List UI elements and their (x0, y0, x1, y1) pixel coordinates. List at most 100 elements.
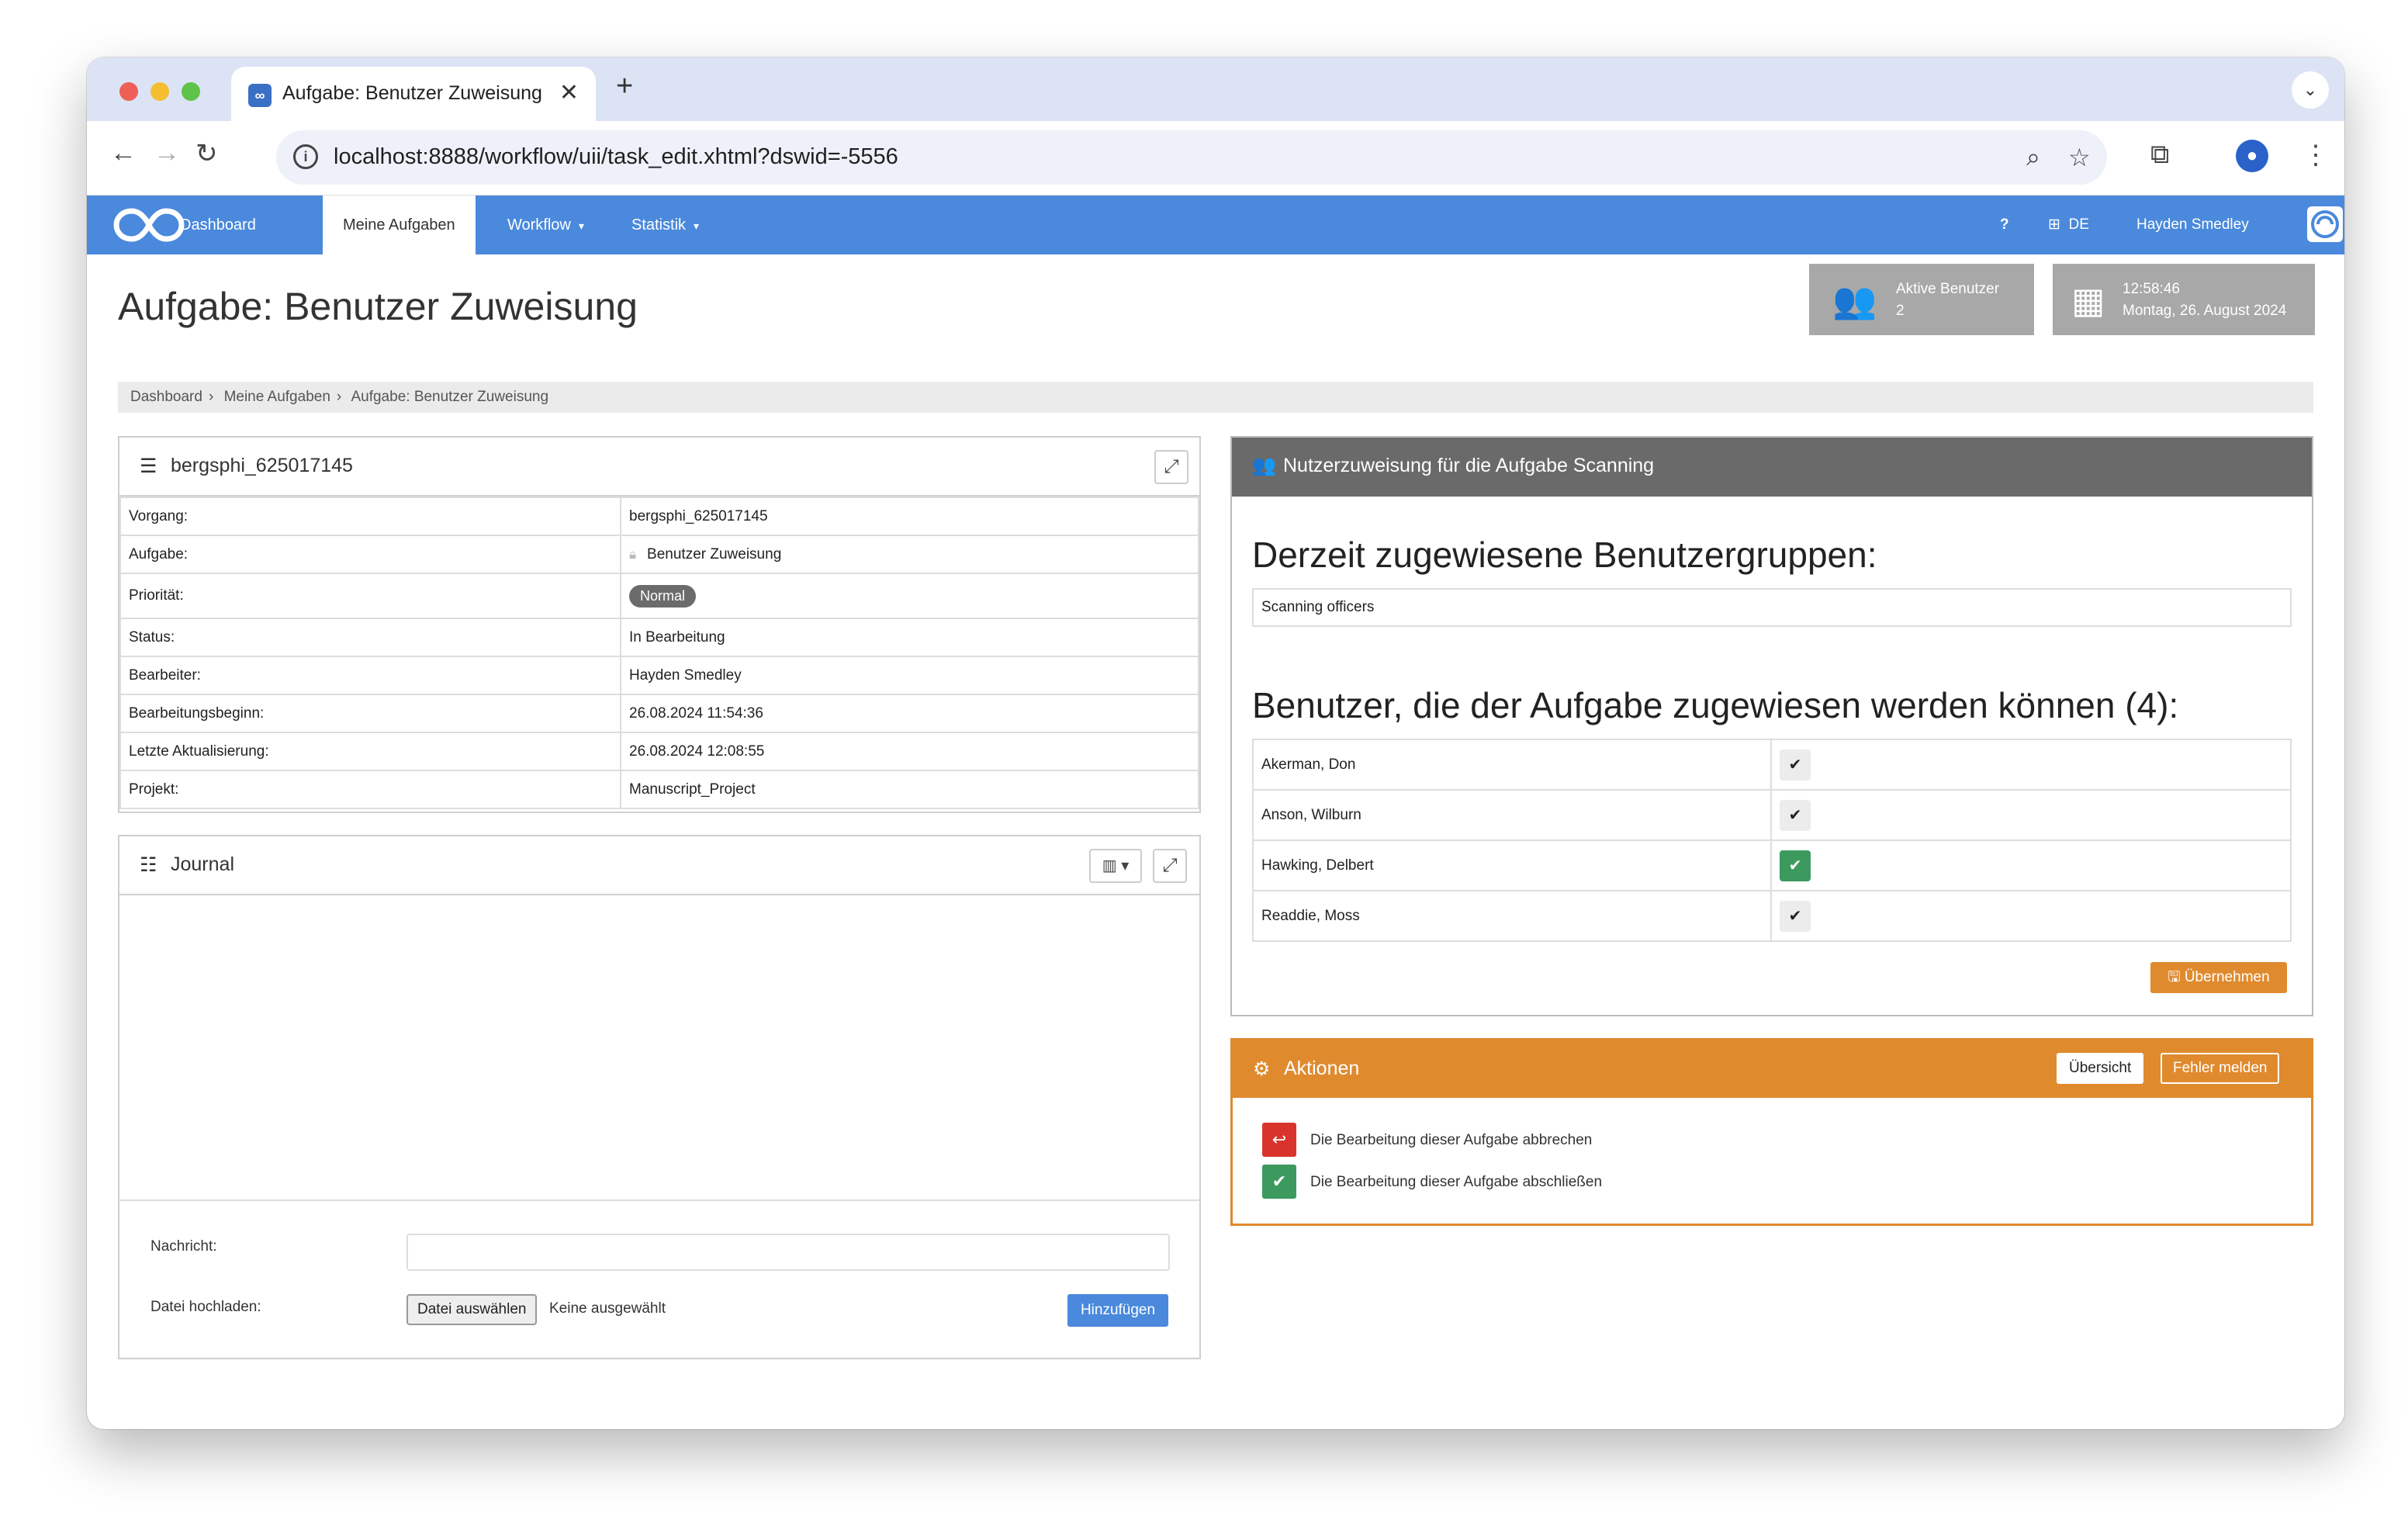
extensions-puzzle-icon[interactable]: ⧉ (2150, 140, 2169, 170)
nav-workflow[interactable]: Workflow ▾ (496, 196, 595, 254)
expand-icon[interactable]: ⤢ (1154, 450, 1188, 484)
active-users-tile[interactable]: 👥 Aktive Benutzer 2 (1809, 264, 2034, 335)
list-icon: ☰ (140, 455, 157, 477)
detail-value: bergsphi_625017145 (620, 497, 1199, 536)
user-checkbox-cell: ✔ (1770, 739, 2292, 791)
detail-value: In Bearbeitung (620, 618, 1199, 657)
process-details-table: Vorgang: bergsphi_625017145 Aufgabe: 🔒︎ B… (119, 497, 1199, 809)
clock-date: Montag, 26. August 2024 (2123, 303, 2287, 319)
user-menu[interactable]: Hayden Smedley (2136, 196, 2249, 254)
expand-icon[interactable]: ⤢ (1153, 849, 1187, 883)
reload-icon[interactable]: ↻ (195, 138, 218, 169)
active-users-label: Aktive Benutzer (1896, 281, 2000, 297)
avatar-swirl-icon (2311, 210, 2339, 238)
forward-arrow-icon[interactable]: → (154, 138, 180, 168)
active-users-count: 2 (1896, 303, 1905, 319)
breadcrumb-meine-aufgaben[interactable]: Meine Aufgaben (224, 389, 330, 405)
table-row: Aufgabe: 🔒︎ Benutzer Zuweisung (119, 535, 1199, 574)
detail-label: Status: (119, 618, 621, 657)
process-panel-title: bergsphi_625017145 (171, 455, 353, 476)
table-row: Readdie, Moss ✔ (1252, 890, 2292, 942)
bookmark-star-icon[interactable]: ☆ (2068, 143, 2091, 172)
user-name: Readdie, Moss (1252, 890, 1772, 942)
report-error-button[interactable]: Fehler melden (2161, 1053, 2280, 1084)
detail-value: Hayden Smedley (620, 656, 1199, 695)
groups-heading: Derzeit zugewiesene Benutzergruppen: (1252, 535, 1877, 575)
caret-down-icon: ▾ (694, 220, 700, 232)
message-label: Nachricht: (150, 1238, 217, 1255)
assignment-panel-title: Nutzerzuweisung für die Aufgabe Scanning (1283, 455, 1655, 476)
no-file-selected-text: Keine ausgewählt (549, 1300, 666, 1317)
kitodo-favicon-icon: ∞ (248, 84, 272, 107)
zoom-magnifier-icon[interactable]: ⌕ (2026, 143, 2040, 172)
back-arrow-icon[interactable]: ← (110, 138, 137, 168)
user-name: Hawking, Delbert (1252, 839, 1772, 891)
breadcrumb-dashboard[interactable]: Dashboard (130, 389, 202, 405)
close-window-button[interactable] (119, 82, 138, 101)
nav-statistik-label: Statistik (631, 216, 687, 234)
app-navbar: Dashboard Meine Aufgaben Workflow ▾ Stati… (87, 196, 2344, 254)
profile-avatar-icon[interactable]: ● (2236, 140, 2268, 172)
tab-search-chevron-icon[interactable]: ⌄ (2292, 71, 2329, 109)
minimize-window-button[interactable] (150, 82, 169, 101)
nav-dashboard[interactable]: Dashboard (157, 196, 279, 254)
breadcrumb-separator: › (208, 389, 214, 405)
actions-panel-header: ⚙ Aktionen Übersicht Fehler melden (1233, 1040, 2311, 1098)
help-button[interactable]: ? (2000, 196, 2009, 254)
detail-value: 26.08.2024 11:54:36 (620, 694, 1199, 733)
translate-icon: ⊞ (2048, 216, 2060, 233)
checkbox-checked-icon[interactable]: ✔ (1780, 850, 1811, 881)
users-group-icon: 👥 (1832, 280, 1877, 320)
assigned-group: Scanning officers (1252, 588, 2292, 627)
calendar-icon: ▦ (2071, 280, 2105, 320)
actions-title: Aktionen (1284, 1058, 1360, 1079)
user-name: Anson, Wilburn (1252, 789, 1772, 841)
breadcrumb-separator: › (336, 389, 342, 405)
lock-icon: 🔒︎ (629, 546, 637, 562)
new-tab-icon[interactable]: + (616, 70, 633, 103)
url-text: localhost:8888/workflow/uii/task_edit.xh… (334, 144, 898, 169)
detail-label: Bearbeiter: (119, 656, 621, 695)
overview-button[interactable]: Übersicht (2057, 1053, 2144, 1084)
zoom-window-button[interactable] (182, 82, 200, 101)
address-bar[interactable]: i localhost:8888/workflow/uii/task_edit.… (276, 130, 2107, 185)
table-row: Akerman, Don ✔ (1252, 739, 2292, 791)
table-row: Projekt: Manuscript_Project (119, 770, 1199, 809)
detail-label: Bearbeitungsbeginn: (119, 694, 621, 733)
checkbox-check-icon[interactable]: ✔ (1780, 799, 1811, 831)
actions-panel: ⚙ Aktionen Übersicht Fehler melden ↩ Die… (1230, 1038, 2313, 1226)
nav-workflow-label: Workflow (507, 216, 571, 234)
checkbox-check-icon[interactable]: ✔ (1780, 900, 1811, 932)
process-panel-header: ☰ bergsphi_625017145 ⤢ (119, 438, 1199, 497)
site-info-icon[interactable]: i (293, 144, 318, 169)
browser-menu-icon[interactable]: ⋮ (2302, 140, 2329, 171)
user-assignment-panel: 👥 Nutzerzuweisung für die Aufgabe Scanni… (1230, 436, 2313, 1016)
user-avatar[interactable] (2307, 206, 2343, 242)
user-name: Akerman, Don (1252, 739, 1772, 791)
nav-statistik[interactable]: Statistik ▾ (619, 196, 711, 254)
clock-time: 12:58:46 (2123, 281, 2180, 297)
browser-tab[interactable]: ∞ Aufgabe: Benutzer Zuweisung ✕ (231, 67, 596, 121)
assignable-users-table: Akerman, Don ✔ Anson, Wilburn ✔ Hawking,… (1252, 739, 2292, 942)
nav-meine-aufgaben[interactable]: Meine Aufgaben (323, 196, 476, 254)
user-checkbox-cell: ✔ (1770, 789, 2292, 841)
journal-panel-header: ☷ Journal ▥ ▾ ⤢ (119, 836, 1199, 895)
language-switch[interactable]: ⊞ DE (2048, 196, 2089, 254)
tab-title: Aufgabe: Benutzer Zuweisung (282, 82, 542, 104)
message-input[interactable] (407, 1234, 1170, 1271)
users-icon: 👥 (1252, 455, 1277, 476)
checkbox-check-icon[interactable]: ✔ (1780, 749, 1811, 781)
breadcrumb: Dashboard › Meine Aufgaben › Aufgabe: Benu… (118, 382, 2313, 413)
add-button[interactable]: Hinzufügen (1067, 1294, 1168, 1327)
apply-button[interactable]: 🖫 Übernehmen (2150, 962, 2287, 993)
tab-close-icon[interactable]: ✕ (559, 79, 579, 106)
journal-panel: ☷ Journal ▥ ▾ ⤢ Nachricht: Datei hochlad… (118, 835, 1201, 1359)
journal-title: Journal (171, 853, 234, 875)
detail-value: 26.08.2024 12:08:55 (620, 732, 1199, 771)
priority-badge: Normal (629, 584, 697, 608)
undo-arrow-icon: ↩ (1262, 1123, 1296, 1157)
browser-toolbar: ← → ↻ i localhost:8888/workflow/uii/task… (87, 121, 2344, 196)
choose-file-button[interactable]: Datei auswählen (407, 1294, 538, 1325)
detail-value: Normal (620, 573, 1199, 619)
columns-toggle-button[interactable]: ▥ ▾ (1089, 849, 1142, 883)
